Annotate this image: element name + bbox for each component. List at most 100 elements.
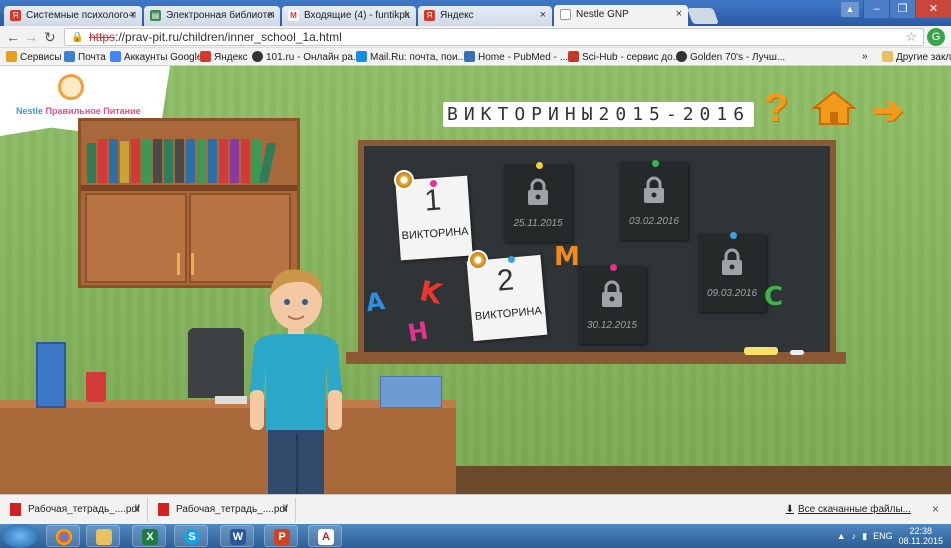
cabinet-handle	[191, 253, 194, 275]
explorer-taskbar-button[interactable]	[86, 525, 120, 547]
bookmark-services[interactable]: Сервисы	[6, 51, 61, 63]
bookmark-scihub[interactable]: Sci-Hub - сервис до...	[568, 51, 681, 63]
close-icon[interactable]: ×	[932, 502, 939, 516]
bookmark-mailru[interactable]: Mail.Ru: почта, пои...	[356, 51, 466, 63]
excel-taskbar-button[interactable]: X	[132, 525, 166, 547]
presentation-icon: P	[274, 529, 290, 545]
locked-quiz[interactable]: 30.12.2015	[578, 264, 646, 344]
forward-icon[interactable]: →	[24, 29, 38, 45]
broken-lock-icon[interactable]: 🔒	[71, 30, 83, 46]
tab-psych[interactable]: Я Системные психолого-п ×	[4, 6, 142, 26]
system-tray: ▲ ♪ ▮ ENG 22:38 08.11.2015	[837, 524, 951, 548]
tab-nestle[interactable]: Nestle GNP ×	[554, 5, 688, 26]
home-icon[interactable]	[812, 90, 856, 126]
restore-button[interactable]: ❐	[889, 0, 915, 18]
download-item[interactable]: Рабочая_тетрадь_....pdf ▲	[2, 498, 148, 522]
clock[interactable]: 22:38 08.11.2015	[899, 526, 943, 546]
pin-icon	[610, 264, 617, 271]
bookmark-yandex[interactable]: Яндекс	[200, 51, 248, 63]
chevron-up-icon[interactable]: ▲	[281, 504, 289, 513]
eraser	[744, 347, 778, 355]
word-taskbar-button[interactable]: W	[220, 525, 254, 547]
notebook	[215, 396, 247, 404]
binder	[36, 342, 66, 408]
locked-quiz[interactable]: 09.03.2016	[698, 232, 766, 312]
show-all-label: Все скачанные файлы...	[797, 504, 911, 515]
chalk	[790, 350, 804, 355]
yandex-icon: Я	[10, 10, 21, 21]
unlock-date: 25.11.2015	[513, 218, 563, 229]
start-button[interactable]	[2, 524, 38, 548]
bookmark-label: Аккаунты Google	[124, 52, 203, 63]
medal-icon	[394, 170, 414, 190]
classroom-scene: Nestle Правильное Питание ВИКТОРИНЫ2015-…	[0, 66, 951, 494]
shelf-divider	[81, 185, 297, 191]
minimize-button[interactable]: –	[863, 0, 889, 18]
window-controls: – ❐ ✕	[863, 0, 951, 20]
bookmark-other[interactable]: Другие заклад	[882, 51, 951, 63]
tab-library[interactable]: ▤ Электронная библиотека ×	[144, 6, 280, 26]
close-window-button[interactable]: ✕	[915, 0, 951, 18]
bookmark-label: Golden 70's - Лучш...	[690, 52, 786, 63]
logo-brand: Nestle	[16, 106, 44, 116]
url-input[interactable]: 🔒 https://prav-pit.ru/children/inner_sch…	[64, 28, 924, 46]
user-icon[interactable]: ▲	[841, 2, 859, 17]
address-bar: ← → ↻ 🔒 https://prav-pit.ru/children/inn…	[0, 26, 951, 48]
medal-icon	[468, 250, 488, 270]
acrobat-taskbar-button[interactable]: A	[308, 525, 342, 547]
letter-magnet: M	[554, 242, 580, 272]
chevron-up-icon[interactable]: ▲	[133, 504, 141, 513]
bookmark-pubmed[interactable]: Home - PubMed - ...	[464, 51, 568, 63]
volume-icon[interactable]: ♪	[852, 531, 857, 541]
bookmark-label: Яндекс	[214, 52, 248, 63]
next-arrow-icon[interactable]: ➔	[872, 88, 904, 133]
pin-icon	[430, 180, 437, 187]
unlock-date: 03.02.2016	[628, 216, 680, 227]
network-icon[interactable]: ▮	[862, 531, 867, 542]
presentation-taskbar-button[interactable]: P	[264, 525, 298, 547]
new-tab-button[interactable]	[687, 8, 719, 24]
pin-icon	[536, 162, 543, 169]
close-tab-icon[interactable]: ×	[404, 9, 410, 21]
url-scheme: https	[89, 30, 116, 44]
download-item[interactable]: Рабочая_тетрадь_....pdf ▲	[150, 498, 296, 522]
url-path: ://prav-pit.ru/children/inner_school_1a.…	[115, 30, 342, 44]
star-icon[interactable]: ☆	[905, 29, 917, 45]
books	[87, 137, 277, 183]
extension-icon[interactable]: G	[927, 28, 945, 46]
tab-gmail[interactable]: M Входящие (4) - funtikplus ×	[282, 6, 416, 26]
show-all-downloads-link[interactable]: ⬇ Все скачанные файлы...	[786, 504, 911, 515]
pin-icon	[508, 256, 515, 263]
folder-icon	[96, 529, 112, 545]
locked-quiz[interactable]: 03.02.2016	[620, 160, 688, 240]
bookmarks-bar: Сервисы Почта Аккаунты Google Яндекс 101…	[0, 48, 951, 66]
tray-arrow-icon[interactable]: ▲	[837, 531, 846, 541]
excel-icon: X	[142, 529, 158, 545]
chrome-taskbar-button[interactable]	[46, 525, 80, 547]
bookmark-mail[interactable]: Почта	[64, 51, 106, 63]
tab-yandex[interactable]: Я Яндекс ×	[418, 6, 552, 26]
bookmarks-overflow-icon[interactable]: »	[862, 51, 868, 62]
pin-icon	[652, 160, 659, 167]
pdf-icon	[158, 503, 169, 516]
bookmark-golden70s[interactable]: Golden 70's - Лучш...	[676, 51, 785, 63]
bookmark-google[interactable]: Аккаунты Google	[110, 51, 202, 63]
yandex-icon	[200, 51, 211, 62]
letter-magnet: A	[364, 286, 387, 318]
lang-indicator[interactable]: ENG	[873, 531, 893, 541]
back-icon[interactable]: ←	[6, 29, 20, 45]
close-tab-icon[interactable]: ×	[268, 9, 274, 21]
radio-icon	[252, 51, 263, 62]
locked-quiz[interactable]: 25.11.2015	[504, 162, 572, 242]
tab-label: Входящие (4) - funtikplus	[304, 10, 410, 21]
close-tab-icon[interactable]: ×	[130, 9, 136, 21]
teacher-desk	[0, 400, 456, 494]
bookmark-101ru[interactable]: 101.ru - Онлайн ра...	[252, 51, 361, 63]
skype-taskbar-button[interactable]: S	[174, 525, 208, 547]
close-tab-icon[interactable]: ×	[540, 9, 546, 21]
help-icon[interactable]: ?	[764, 86, 788, 131]
title-text: ВИКТОРИНЫ2015-2016	[443, 102, 755, 127]
tab-label: Nestle GNP	[576, 9, 629, 20]
close-tab-icon[interactable]: ×	[676, 8, 682, 20]
reload-icon[interactable]: ↻	[44, 29, 56, 46]
